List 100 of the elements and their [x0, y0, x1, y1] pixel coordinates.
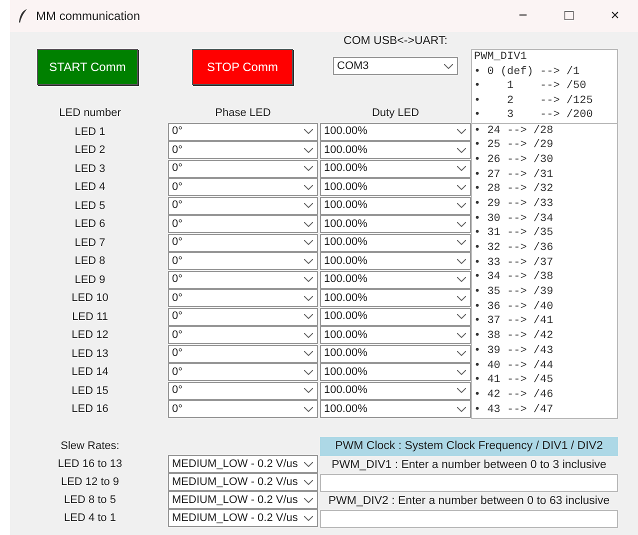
phase-dropdown[interactable]: 0° — [168, 196, 318, 214]
duty-dropdown[interactable]: 100.00% — [320, 308, 471, 326]
list-item[interactable]: • 29 --> /33 — [472, 196, 617, 212]
duty-dropdown[interactable]: 100.00% — [320, 382, 471, 400]
slew-rate-dropdown[interactable]: MEDIUM_LOW - 0.2 V/us — [168, 509, 318, 527]
duty-dropdown[interactable]: 100.00% — [320, 141, 471, 159]
slew-rate-dropdown[interactable]: MEDIUM_LOW - 0.2 V/us — [168, 473, 318, 491]
list-item[interactable]: • 34 --> /38 — [472, 270, 617, 286]
phase-dropdown[interactable]: 0° — [168, 215, 318, 233]
duty-dropdown[interactable]: 100.00% — [320, 252, 471, 270]
input-field[interactable] — [320, 510, 618, 528]
stop-button[interactable]: STOP Comm — [192, 49, 293, 85]
list-item[interactable]: • 24 --> /28 — [472, 124, 617, 138]
list-item[interactable]: • 35 --> /39 — [472, 285, 617, 300]
phase-dropdown[interactable]: 0° — [168, 308, 318, 326]
phase-dropdown[interactable]: 0° — [168, 400, 318, 418]
caret-icon — [304, 388, 313, 393]
list-item[interactable]: • 28 --> /32 — [472, 182, 617, 197]
phase-dropdown[interactable]: 0° — [168, 363, 318, 381]
led-label: LED 13 — [70, 346, 110, 362]
duty-dropdown[interactable]: 100.00% — [320, 160, 471, 178]
duty-dropdown[interactable]: 100.00% — [320, 363, 471, 381]
caret-icon — [304, 462, 313, 466]
duty-dropdown[interactable]: 100.00% — [320, 344, 471, 362]
caret-icon — [457, 148, 466, 152]
close-button[interactable]: × — [592, 4, 638, 28]
list-item[interactable]: • 41 --> /45 — [472, 373, 617, 388]
list-item[interactable]: • 39 --> /43 — [472, 344, 617, 358]
column-header: LED number — [58, 106, 122, 121]
phase-dropdown[interactable]: 0° — [168, 326, 318, 344]
caret-icon — [457, 240, 466, 245]
maximize-button[interactable]: □ — [546, 4, 592, 28]
list-item[interactable]: • 27 --> /31 — [472, 168, 617, 182]
list-item[interactable]: • 3 --> /200 — [472, 108, 617, 122]
duty-dropdown[interactable]: 100.00% — [320, 215, 471, 233]
phase-dropdown[interactable]: 0° — [168, 252, 318, 270]
phase-dropdown[interactable]: 0° — [168, 160, 318, 178]
led-label: LED 7 — [74, 236, 106, 250]
caret-icon — [457, 388, 466, 393]
duty-dropdown[interactable]: 100.00% — [320, 178, 471, 196]
input-field[interactable] — [320, 474, 618, 492]
caret-icon — [304, 184, 313, 190]
list-item[interactable]: • 25 --> /29 — [472, 138, 617, 153]
led-label: LED 1 — [74, 124, 106, 140]
list-item[interactable]: • 33 --> /37 — [472, 256, 617, 270]
list-item[interactable]: • 37 --> /41 — [472, 314, 617, 330]
phase-dropdown[interactable]: 0° — [168, 289, 318, 307]
list-item[interactable]: • 38 --> /42 — [472, 329, 617, 344]
led-label: LED 15 — [70, 384, 110, 398]
list-item[interactable]: • 2 --> /125 — [472, 94, 617, 108]
caret-icon — [304, 258, 313, 264]
slew-rate-dropdown[interactable]: MEDIUM_LOW - 0.2 V/us — [168, 455, 318, 473]
list-item[interactable]: • 31 --> /35 — [472, 226, 617, 241]
list-item[interactable]: • 36 --> /40 — [472, 300, 617, 314]
feather-icon — [18, 9, 28, 23]
caret-icon — [304, 332, 313, 338]
minimize-button[interactable]: − — [500, 4, 546, 28]
caret-icon — [304, 480, 313, 484]
list-item[interactable]: • 42 --> /46 — [472, 388, 617, 403]
duty-dropdown[interactable]: 100.00% — [320, 234, 471, 252]
phase-dropdown[interactable]: 0° — [168, 122, 318, 140]
duty-dropdown[interactable]: 100.00% — [320, 122, 471, 140]
caret-icon — [457, 370, 466, 374]
list-item[interactable]: • 1 --> /50 — [472, 79, 617, 94]
phase-dropdown[interactable]: 0° — [168, 344, 318, 362]
duty-dropdown[interactable]: 100.00% — [320, 400, 471, 418]
list-item[interactable]: • 30 --> /34 — [472, 212, 617, 226]
slew-rate-dropdown[interactable]: MEDIUM_LOW - 0.2 V/us — [168, 491, 318, 509]
caret-icon — [304, 148, 313, 152]
caret-icon — [304, 516, 313, 520]
caret-icon — [457, 166, 466, 171]
start-button[interactable]: START Comm — [37, 49, 138, 85]
column-header: Phase LED — [214, 106, 272, 121]
com-port-dropdown[interactable]: COM3 — [333, 57, 458, 75]
phase-dropdown[interactable]: 0° — [168, 141, 318, 159]
phase-dropdown[interactable]: 0° — [168, 234, 318, 252]
list-item[interactable]: • 43 --> /47 — [472, 402, 617, 418]
list-item[interactable]: • 40 --> /44 — [472, 358, 617, 374]
slew-row-label: LED 8 to 5 — [63, 493, 117, 508]
phase-dropdown[interactable]: 0° — [168, 382, 318, 400]
led-label: LED 3 — [74, 162, 106, 176]
phase-dropdown[interactable]: 0° — [168, 270, 318, 288]
phase-dropdown[interactable]: 0° — [168, 178, 318, 196]
led-label: LED 5 — [74, 198, 106, 214]
caret-icon — [457, 332, 466, 338]
com-port-label: COM USB<->UART: — [342, 34, 448, 49]
led-label: LED 4 — [74, 180, 106, 195]
caret-icon — [304, 166, 313, 171]
led-label: LED 2 — [74, 143, 106, 158]
list-item[interactable]: • 0 (def) --> /1 — [472, 64, 617, 79]
caret-icon — [304, 277, 313, 282]
duty-dropdown[interactable]: 100.00% — [320, 196, 471, 214]
led-label: LED 6 — [74, 217, 106, 232]
caret-icon — [457, 314, 466, 319]
list-item[interactable]: • 32 --> /36 — [472, 241, 617, 256]
duty-dropdown[interactable]: 100.00% — [320, 289, 471, 307]
duty-dropdown[interactable]: 100.00% — [320, 270, 471, 288]
duty-dropdown[interactable]: 100.00% — [320, 326, 471, 344]
list-item[interactable]: • 26 --> /30 — [472, 152, 617, 168]
caret-icon — [457, 277, 466, 282]
